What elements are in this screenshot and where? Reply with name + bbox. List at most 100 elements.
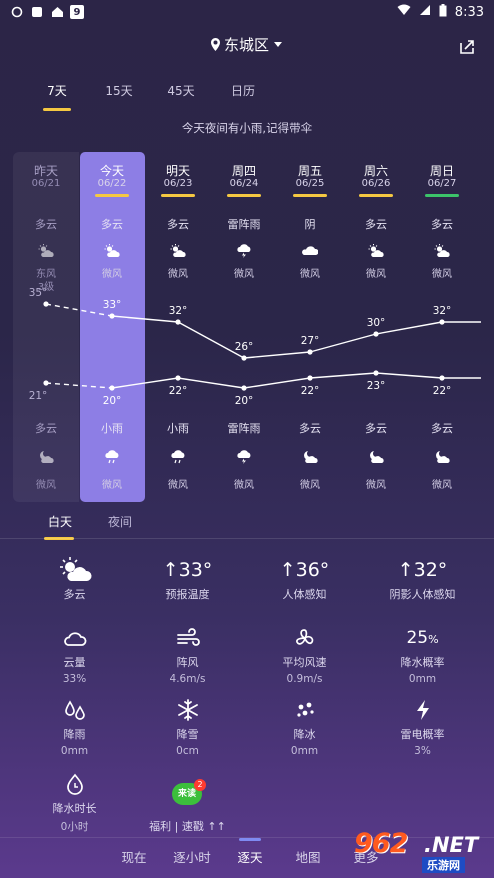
high-temp-segment [375,321,443,335]
high-temp-point [307,349,313,355]
low-temp-point [109,385,115,391]
low-temp-segment [45,382,113,389]
low-temp-point [43,380,49,386]
weather-tip: 今天夜间有小雨,记得带伞 [181,121,313,135]
ice-value: 0mm [290,745,319,757]
gust-label: 阵风 [176,656,199,669]
location-pin-icon [210,38,220,51]
cloud-value: 33% [62,673,87,685]
rain-prob-value: 0mm [408,673,437,685]
snowflake-icon [177,699,198,721]
divider [0,538,494,539]
promo-label: 福利 | 速戳 ↑↑ [149,820,226,833]
watermark-logo: 962 .NET 乐游网 [354,828,490,874]
high-temp-point [175,319,181,325]
detail-forecast-temp: ↑33° 预报温度 [135,556,240,602]
detail-gust: 阵风 4.6m/s [135,624,240,685]
weather-text: 多云 [63,588,86,601]
precip-time-label: 降水时长 [52,802,97,815]
low-temp-segment [177,377,245,389]
location-selector[interactable]: 东城区 [210,34,283,55]
detail-thunder: 雷电概率 3% [370,696,475,757]
range-tabs: 7天 15天 45天 日历 [26,82,274,111]
tab-calendar[interactable]: 日历 [212,82,274,99]
detail-precip-time: 降水时长 0小时 [22,770,127,834]
rain-prob-label: 降水概率 [400,656,445,669]
high-temp-point [439,319,445,325]
caret-down-icon [274,41,282,47]
signal-icon [419,4,431,20]
low-temp-point [439,375,445,381]
high-temp-label: 32° [169,305,188,317]
rain-value: 0mm [60,745,89,757]
tab-45day[interactable]: 45天 [150,82,212,99]
wind-icon [176,628,200,646]
sync-icon [10,5,24,19]
shade-feel-value: ↑32° [397,559,448,581]
tab-daytime[interactable]: 白天 [30,513,90,540]
low-temp-label: 20° [235,395,254,407]
share-icon[interactable] [458,38,476,56]
detail-rain: 降雨 0mm [22,696,127,757]
low-temp-label: 22° [301,385,320,397]
low-temp-label: 23° [367,380,386,392]
battery-icon [439,3,447,21]
snow-value: 0cm [176,745,199,757]
low-temp-label: 22° [433,385,452,397]
raindrops-icon [64,700,85,720]
low-temp-label: 21° [29,390,48,402]
low-temp-label: 22° [169,385,188,397]
location-name: 东城区 [223,36,269,54]
high-temp-label: 26° [235,341,254,353]
partly-cloudy-icon [59,557,92,581]
low-temp-point [307,375,313,381]
high-temp-point [109,313,115,319]
detail-feel-temp: ↑36° 人体感知 [252,556,357,602]
shade-feel-label: 阴影人体感知 [389,588,456,601]
hail-icon [296,702,314,717]
temperature-chart: 35° 33° 32° 26° 27° 30° 32° 21° 20° 22° 20° 22° 23° 2… [29,287,481,407]
cloud-icon [63,632,86,646]
ice-label: 降冰 [293,728,316,741]
snow-label: 降雪 [176,728,199,741]
house-icon [50,5,64,19]
detail-rain-prob: 25% 降水概率 0mm [370,624,475,685]
low-temp-point [241,385,247,391]
tab-15day[interactable]: 15天 [88,82,150,99]
detail-weather: 多云 [22,556,127,602]
forecast-temp-label: 预报温度 [165,588,210,601]
high-temp-label: 27° [301,335,320,347]
high-temp-segment [243,351,311,359]
precip-time-value: 0小时 [60,821,89,833]
clock-text: 8:33 [454,4,484,20]
watermark-net: .NET [424,833,479,857]
tab-nighttime[interactable]: 夜间 [90,513,150,530]
nav-map[interactable]: 地图 [279,838,337,878]
high-temp-label: 33° [103,299,122,311]
app-badge-icon: 9 [70,5,84,19]
nav-hourly[interactable]: 逐小时 [163,838,221,878]
nav-now[interactable]: 现在 [105,838,163,878]
lightning-icon [416,700,429,720]
low-temp-point [175,375,181,381]
detail-cloud: 云量 33% [22,624,127,685]
high-temp-label: 32° [433,305,452,317]
tab-7day[interactable]: 7天 [26,82,88,111]
rain-label: 降雨 [63,728,86,741]
promo-badge: 2 [194,779,206,791]
low-temp-point [373,370,379,376]
forecast-panel: 昨天 06/21 多云 东风 3级 多云 微风 今天 06/22 多云 微风 小雨 微风 明天 06/23 多… [13,152,481,502]
watermark-number: 962 [354,828,408,859]
forecast-temp-value: ↑33° [162,559,213,581]
avg-wind-value: 0.9m/s [286,673,323,685]
drop-clock-icon [66,773,83,795]
low-temp-segment [309,372,377,379]
fan-icon [295,629,313,645]
rain-prob-number: 25 [406,628,429,648]
high-temp-segment [309,333,377,353]
nav-daily[interactable]: 逐天 [221,838,279,878]
promo-bubble-icon[interactable]: 来读 2 [172,779,206,807]
feel-temp-label: 人体感知 [282,588,327,601]
high-temp-label: 30° [367,317,386,329]
header: 东城区 [0,34,494,60]
